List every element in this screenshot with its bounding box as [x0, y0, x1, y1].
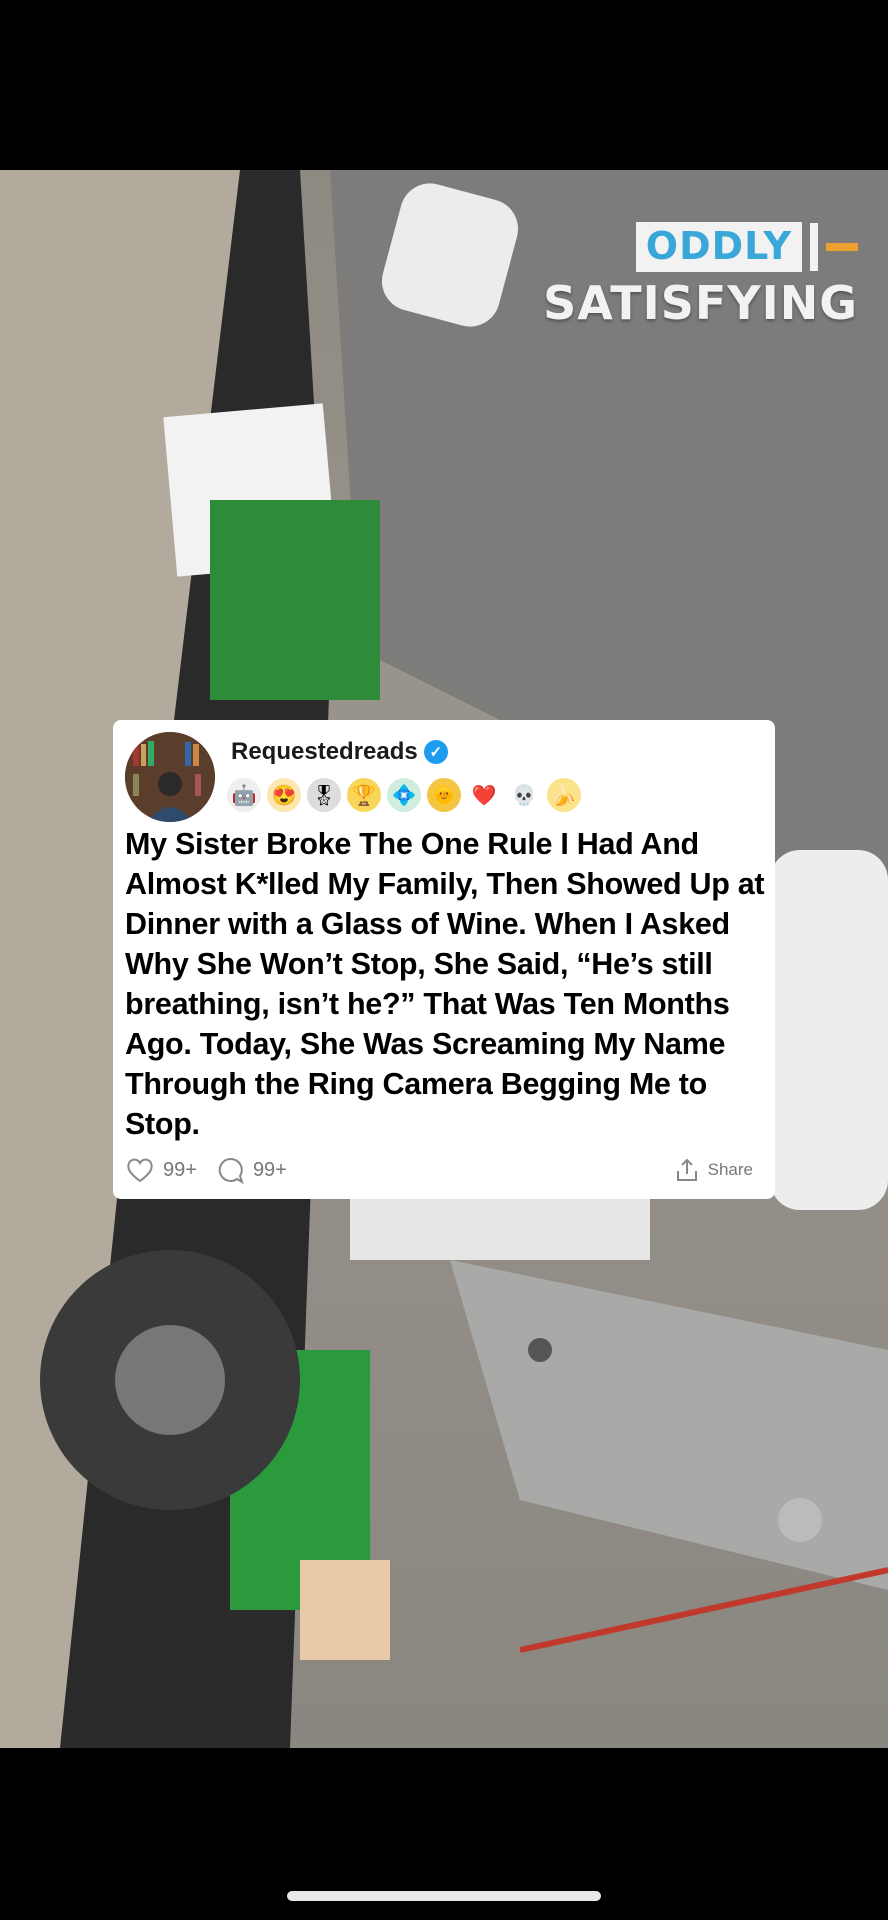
watermark-dash [826, 243, 858, 251]
comment-count: 99+ [252, 1158, 287, 1181]
avatar[interactable] [125, 732, 215, 822]
watermark-oddly-text: ODDLY [635, 222, 802, 272]
home-indicator[interactable] [287, 1891, 601, 1901]
comment-button[interactable]: 99+ [215, 1155, 287, 1185]
platinum-award-icon: 💠 [387, 778, 421, 812]
post-actions: 99+ 99+ Share [125, 1152, 753, 1188]
skull-award-icon: 💀 [507, 778, 541, 812]
heart-award-icon: ❤️ [467, 778, 501, 812]
avatar-bookshelf-icon [125, 732, 215, 822]
heart-icon [127, 1158, 153, 1183]
oddly-satisfying-watermark: ODDLY SATISFYING [543, 222, 858, 330]
banana-award-icon: 🍌 [547, 778, 581, 812]
post-title[interactable]: My Sister Broke The One Rule I Had And A… [125, 824, 765, 1144]
verified-check-icon: ✓ [423, 740, 448, 764]
watermark-satisfying-text: SATISFYING [543, 276, 858, 330]
awards-row: 🤖 😍 🎖 🏆 💠 🌞 ❤️ 💀 🍌 [227, 778, 581, 812]
username[interactable]: Requestedreads [231, 738, 418, 766]
like-button[interactable]: 99+ [125, 1155, 197, 1185]
robot-award-icon: 🤖 [227, 778, 261, 812]
watermark-bar [810, 223, 818, 271]
like-count: 99+ [163, 1158, 197, 1181]
comment-icon [218, 1157, 244, 1185]
share-button[interactable]: Share [674, 1157, 753, 1183]
reddit-post-card: Requestedreads ✓ 🤖 😍 🎖 🏆 💠 🌞 ❤️ 💀 🍌 My S… [113, 720, 775, 1199]
medal-award-icon: 🎖 [307, 778, 341, 812]
sun-award-icon: 🌞 [427, 778, 461, 812]
heart-eyes-award-icon: 😍 [267, 778, 301, 812]
gold-trophy-award-icon: 🏆 [347, 778, 381, 812]
share-icon [676, 1158, 697, 1181]
share-label: Share [707, 1160, 753, 1179]
